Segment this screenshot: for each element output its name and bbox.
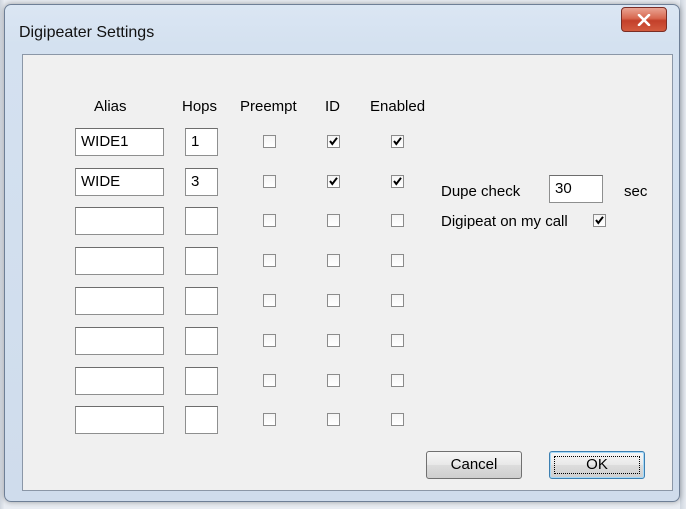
id-checkbox[interactable] <box>327 374 340 387</box>
header-preempt: Preempt <box>240 98 297 115</box>
checkmark-icon <box>393 177 402 186</box>
digipeat-on-my-call-label: Digipeat on my call <box>441 213 568 230</box>
header-enabled: Enabled <box>370 98 426 115</box>
id-checkbox[interactable] <box>327 413 340 426</box>
close-button[interactable] <box>621 7 667 32</box>
alias-input[interactable] <box>75 247 164 275</box>
ok-button[interactable]: OK <box>549 451 645 479</box>
preempt-checkbox[interactable] <box>263 254 276 267</box>
checkmark-icon <box>393 137 402 146</box>
ok-focus-rect <box>554 456 640 474</box>
checkmark-icon <box>329 177 338 186</box>
id-checkbox[interactable] <box>327 135 340 148</box>
preempt-checkbox[interactable] <box>263 175 276 188</box>
alias-input[interactable]: WIDE <box>75 168 164 196</box>
enabled-checkbox[interactable] <box>391 294 404 307</box>
hops-input[interactable] <box>185 247 218 275</box>
preempt-checkbox[interactable] <box>263 374 276 387</box>
window-title: Digipeater Settings <box>19 24 155 41</box>
cancel-button[interactable]: Cancel <box>426 451 522 479</box>
close-icon <box>637 13 651 26</box>
enabled-checkbox[interactable] <box>391 334 404 347</box>
dupe-check-input[interactable]: 30 <box>549 175 603 203</box>
preempt-checkbox[interactable] <box>263 334 276 347</box>
id-checkbox[interactable] <box>327 334 340 347</box>
id-checkbox[interactable] <box>327 214 340 227</box>
enabled-checkbox[interactable] <box>391 374 404 387</box>
enabled-checkbox[interactable] <box>391 214 404 227</box>
alias-input[interactable] <box>75 327 164 355</box>
hops-input[interactable]: 3 <box>185 168 218 196</box>
alias-input[interactable] <box>75 287 164 315</box>
hops-input[interactable] <box>185 287 218 315</box>
alias-input[interactable] <box>75 207 164 235</box>
hops-input[interactable]: 1 <box>185 128 218 156</box>
dialog-content: Alias Hops Preempt ID Enabled WIDE1 1 WIDE… <box>22 54 673 491</box>
hops-input[interactable] <box>185 406 218 434</box>
alias-input[interactable] <box>75 406 164 434</box>
cancel-button-label: Cancel <box>450 456 498 473</box>
id-checkbox[interactable] <box>327 175 340 188</box>
preempt-checkbox[interactable] <box>263 294 276 307</box>
header-alias: Alias <box>94 98 127 115</box>
enabled-checkbox[interactable] <box>391 135 404 148</box>
dupe-check-label: Dupe check <box>441 183 521 200</box>
alias-input[interactable] <box>75 367 164 395</box>
enabled-checkbox[interactable] <box>391 254 404 267</box>
preempt-checkbox[interactable] <box>263 413 276 426</box>
hops-input[interactable] <box>185 367 218 395</box>
id-checkbox[interactable] <box>327 254 340 267</box>
hops-input[interactable] <box>185 327 218 355</box>
enabled-checkbox[interactable] <box>391 175 404 188</box>
id-checkbox[interactable] <box>327 294 340 307</box>
enabled-checkbox[interactable] <box>391 413 404 426</box>
checkmark-icon <box>329 137 338 146</box>
checkmark-icon <box>595 216 604 225</box>
preempt-checkbox[interactable] <box>263 135 276 148</box>
digipeat-on-my-call-checkbox[interactable] <box>593 214 606 227</box>
dupe-check-unit: sec <box>624 183 648 200</box>
header-id: ID <box>325 98 340 115</box>
preempt-checkbox[interactable] <box>263 214 276 227</box>
alias-input[interactable]: WIDE1 <box>75 128 164 156</box>
header-hops: Hops <box>182 98 218 115</box>
hops-input[interactable] <box>185 207 218 235</box>
